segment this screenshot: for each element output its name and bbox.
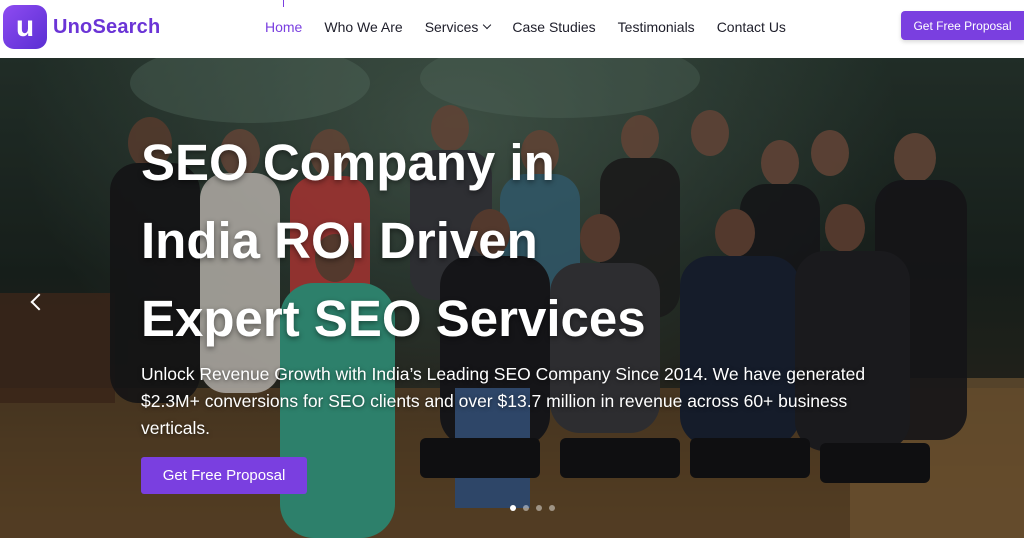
slider-dot[interactable] (536, 505, 542, 511)
brand-logo[interactable]: u UnoSearch (3, 5, 160, 49)
nav-item-services-label: Services (424, 19, 479, 35)
site-header: u UnoSearch Home Who We Are Services Cas… (0, 0, 1024, 58)
chevron-left-icon[interactable] (30, 290, 48, 314)
hero-slider: SEO Company in India ROI Driven Expert S… (0, 58, 1024, 538)
header-proposal-button[interactable]: Get Free Proposal (901, 11, 1024, 40)
chevron-down-icon (483, 20, 492, 30)
slider-dot[interactable] (510, 505, 516, 511)
hero-heading-line-3: Expert SEO Services (141, 290, 646, 347)
brand-name: UnoSearch (53, 15, 161, 38)
hero-heading-line-1: SEO Company in (141, 134, 555, 191)
nav-item-contact-us[interactable]: Contact Us (717, 19, 786, 35)
logo-mark-icon: u (3, 5, 47, 49)
nav-item-home[interactable]: Home (265, 0, 302, 35)
nav-item-services[interactable]: Services (424, 19, 492, 35)
hero-heading: SEO Company in India ROI Driven Expert S… (141, 124, 761, 358)
hero-subtitle: Unlock Revenue Growth with India’s Leadi… (141, 364, 866, 438)
slider-pagination (510, 505, 562, 511)
slider-dot[interactable] (523, 505, 529, 511)
hero-heading-line-2: India ROI Driven (141, 212, 538, 269)
slider-dot[interactable] (549, 505, 555, 511)
nav-item-case-studies[interactable]: Case Studies (512, 19, 595, 35)
main-nav: Home Who We Are Services Case Studies Te… (265, 0, 808, 54)
nav-item-testimonials[interactable]: Testimonials (618, 19, 695, 35)
nav-item-who-we-are[interactable]: Who We Are (324, 19, 402, 35)
hero-proposal-button[interactable]: Get Free Proposal (141, 457, 307, 494)
